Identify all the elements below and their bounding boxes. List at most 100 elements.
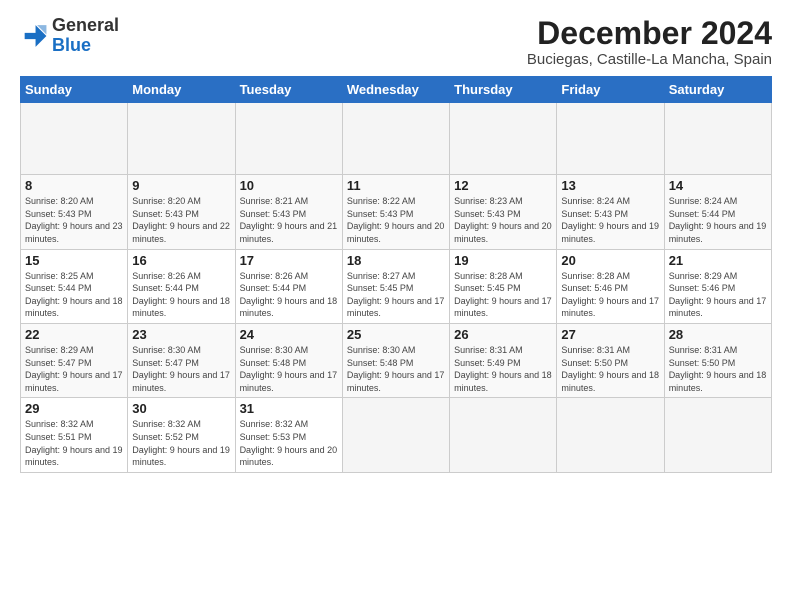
logo-icon [20,22,48,50]
calendar-cell [450,103,557,175]
day-number: 17 [240,253,338,268]
day-number: 14 [669,178,767,193]
calendar-cell [21,103,128,175]
day-detail: Sunrise: 8:29 AM Sunset: 5:46 PM Dayligh… [669,271,767,319]
day-detail: Sunrise: 8:25 AM Sunset: 5:44 PM Dayligh… [25,271,123,319]
day-detail: Sunrise: 8:30 AM Sunset: 5:48 PM Dayligh… [240,345,338,393]
calendar-cell: 17 Sunrise: 8:26 AM Sunset: 5:44 PM Dayl… [235,249,342,323]
weekday-header: Monday [128,77,235,103]
header: General Blue December 2024 Buciegas, Cas… [20,16,772,68]
day-number: 25 [347,327,445,342]
weekday-header: Wednesday [342,77,449,103]
calendar-cell [235,103,342,175]
day-number: 19 [454,253,552,268]
calendar-cell [450,398,557,472]
day-detail: Sunrise: 8:20 AM Sunset: 5:43 PM Dayligh… [132,196,230,244]
day-number: 13 [561,178,659,193]
calendar-cell: 12 Sunrise: 8:23 AM Sunset: 5:43 PM Dayl… [450,175,557,249]
day-number: 23 [132,327,230,342]
calendar-cell: 24 Sunrise: 8:30 AM Sunset: 5:48 PM Dayl… [235,323,342,397]
day-detail: Sunrise: 8:26 AM Sunset: 5:44 PM Dayligh… [240,271,338,319]
day-detail: Sunrise: 8:26 AM Sunset: 5:44 PM Dayligh… [132,271,230,319]
day-number: 26 [454,327,552,342]
day-number: 12 [454,178,552,193]
day-number: 10 [240,178,338,193]
header-row: SundayMondayTuesdayWednesdayThursdayFrid… [21,77,772,103]
day-detail: Sunrise: 8:24 AM Sunset: 5:44 PM Dayligh… [669,196,767,244]
day-detail: Sunrise: 8:23 AM Sunset: 5:43 PM Dayligh… [454,196,552,244]
calendar-table: SundayMondayTuesdayWednesdayThursdayFrid… [20,76,772,473]
calendar-cell: 8 Sunrise: 8:20 AM Sunset: 5:43 PM Dayli… [21,175,128,249]
day-detail: Sunrise: 8:30 AM Sunset: 5:47 PM Dayligh… [132,345,230,393]
calendar-cell: 9 Sunrise: 8:20 AM Sunset: 5:43 PM Dayli… [128,175,235,249]
day-number: 22 [25,327,123,342]
logo-text: General Blue [52,16,119,56]
calendar-week-row: 15 Sunrise: 8:25 AM Sunset: 5:44 PM Dayl… [21,249,772,323]
weekday-header: Thursday [450,77,557,103]
calendar-cell [342,398,449,472]
calendar-cell: 18 Sunrise: 8:27 AM Sunset: 5:45 PM Dayl… [342,249,449,323]
calendar-week-row: 8 Sunrise: 8:20 AM Sunset: 5:43 PM Dayli… [21,175,772,249]
day-detail: Sunrise: 8:31 AM Sunset: 5:50 PM Dayligh… [669,345,767,393]
calendar-week-row: 29 Sunrise: 8:32 AM Sunset: 5:51 PM Dayl… [21,398,772,472]
day-detail: Sunrise: 8:22 AM Sunset: 5:43 PM Dayligh… [347,196,445,244]
day-number: 11 [347,178,445,193]
day-number: 16 [132,253,230,268]
logo: General Blue [20,16,119,56]
calendar-week-row [21,103,772,175]
calendar-week-row: 22 Sunrise: 8:29 AM Sunset: 5:47 PM Dayl… [21,323,772,397]
day-number: 21 [669,253,767,268]
day-number: 31 [240,401,338,416]
day-number: 28 [669,327,767,342]
weekday-header: Tuesday [235,77,342,103]
logo-general: General [52,15,119,35]
day-number: 9 [132,178,230,193]
month-title: December 2024 [527,16,772,51]
calendar-cell: 30 Sunrise: 8:32 AM Sunset: 5:52 PM Dayl… [128,398,235,472]
weekday-header: Sunday [21,77,128,103]
calendar-cell: 10 Sunrise: 8:21 AM Sunset: 5:43 PM Dayl… [235,175,342,249]
weekday-header: Friday [557,77,664,103]
calendar-cell: 27 Sunrise: 8:31 AM Sunset: 5:50 PM Dayl… [557,323,664,397]
day-detail: Sunrise: 8:30 AM Sunset: 5:48 PM Dayligh… [347,345,445,393]
calendar-cell: 16 Sunrise: 8:26 AM Sunset: 5:44 PM Dayl… [128,249,235,323]
day-detail: Sunrise: 8:28 AM Sunset: 5:46 PM Dayligh… [561,271,659,319]
calendar-cell: 25 Sunrise: 8:30 AM Sunset: 5:48 PM Dayl… [342,323,449,397]
calendar-cell: 23 Sunrise: 8:30 AM Sunset: 5:47 PM Dayl… [128,323,235,397]
title-block: December 2024 Buciegas, Castille-La Manc… [527,16,772,68]
calendar-cell: 22 Sunrise: 8:29 AM Sunset: 5:47 PM Dayl… [21,323,128,397]
calendar-cell [664,398,771,472]
day-number: 27 [561,327,659,342]
calendar-cell: 29 Sunrise: 8:32 AM Sunset: 5:51 PM Dayl… [21,398,128,472]
calendar-cell: 13 Sunrise: 8:24 AM Sunset: 5:43 PM Dayl… [557,175,664,249]
day-number: 18 [347,253,445,268]
day-detail: Sunrise: 8:28 AM Sunset: 5:45 PM Dayligh… [454,271,552,319]
calendar-cell: 21 Sunrise: 8:29 AM Sunset: 5:46 PM Dayl… [664,249,771,323]
calendar-cell: 14 Sunrise: 8:24 AM Sunset: 5:44 PM Dayl… [664,175,771,249]
weekday-header: Saturday [664,77,771,103]
logo-blue: Blue [52,35,91,55]
day-detail: Sunrise: 8:32 AM Sunset: 5:51 PM Dayligh… [25,419,123,467]
calendar-cell: 26 Sunrise: 8:31 AM Sunset: 5:49 PM Dayl… [450,323,557,397]
calendar-cell: 31 Sunrise: 8:32 AM Sunset: 5:53 PM Dayl… [235,398,342,472]
calendar-cell: 20 Sunrise: 8:28 AM Sunset: 5:46 PM Dayl… [557,249,664,323]
calendar-cell: 19 Sunrise: 8:28 AM Sunset: 5:45 PM Dayl… [450,249,557,323]
calendar-cell: 28 Sunrise: 8:31 AM Sunset: 5:50 PM Dayl… [664,323,771,397]
day-detail: Sunrise: 8:31 AM Sunset: 5:50 PM Dayligh… [561,345,659,393]
day-number: 8 [25,178,123,193]
day-number: 29 [25,401,123,416]
day-detail: Sunrise: 8:32 AM Sunset: 5:53 PM Dayligh… [240,419,338,467]
day-detail: Sunrise: 8:24 AM Sunset: 5:43 PM Dayligh… [561,196,659,244]
location-title: Buciegas, Castille-La Mancha, Spain [527,51,772,68]
day-detail: Sunrise: 8:32 AM Sunset: 5:52 PM Dayligh… [132,419,230,467]
day-number: 20 [561,253,659,268]
calendar-cell: 11 Sunrise: 8:22 AM Sunset: 5:43 PM Dayl… [342,175,449,249]
calendar-cell [557,103,664,175]
calendar-cell [342,103,449,175]
day-number: 24 [240,327,338,342]
day-detail: Sunrise: 8:31 AM Sunset: 5:49 PM Dayligh… [454,345,552,393]
calendar-cell: 15 Sunrise: 8:25 AM Sunset: 5:44 PM Dayl… [21,249,128,323]
day-detail: Sunrise: 8:29 AM Sunset: 5:47 PM Dayligh… [25,345,123,393]
calendar-cell [557,398,664,472]
calendar-cell [664,103,771,175]
